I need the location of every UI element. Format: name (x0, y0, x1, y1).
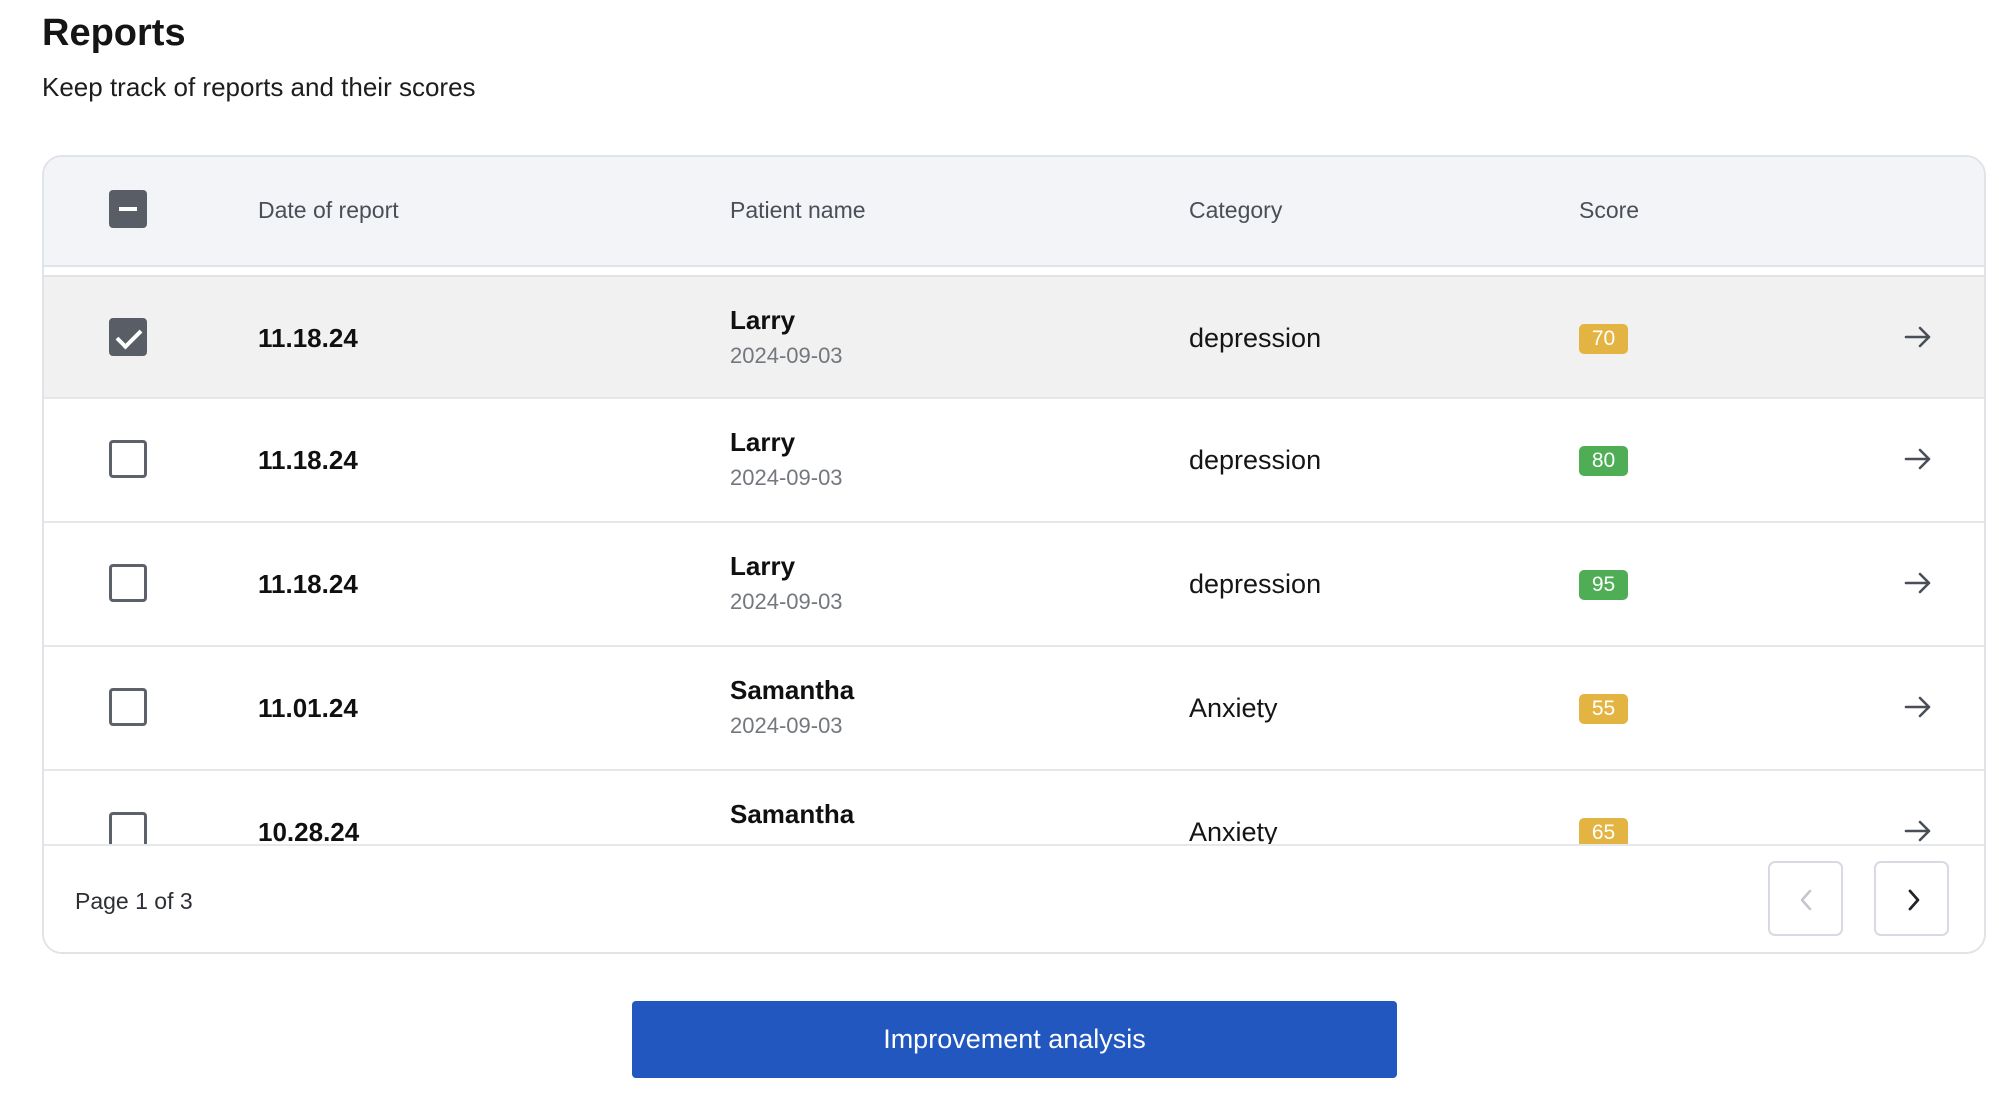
column-header-category[interactable]: Category (1189, 197, 1282, 224)
table-row[interactable]: 11.01.24 Samantha 2024-09-03 Anxiety 55 (44, 647, 1984, 771)
category: Anxiety (1189, 693, 1278, 723)
score-badge: 65 (1579, 818, 1628, 844)
report-date: 11.18.24 (258, 323, 358, 353)
category: Anxiety (1189, 817, 1278, 844)
table-row[interactable]: 11.18.24 Larry 2024-09-03 depression 70 (44, 275, 1984, 399)
patient-name: Samantha (730, 675, 855, 705)
category: depression (1189, 323, 1322, 353)
score-badge: 70 (1579, 324, 1628, 354)
report-date: 10.28.24 (258, 817, 360, 844)
select-all-checkbox[interactable] (109, 190, 147, 228)
arrow-right-icon[interactable] (1902, 691, 1934, 723)
category: depression (1189, 569, 1322, 599)
patient-name: Larry (730, 305, 796, 335)
column-header-score[interactable]: Score (1579, 197, 1639, 224)
page-subtitle: Keep track of reports and their scores (42, 72, 476, 102)
arrow-right-icon[interactable] (1902, 321, 1934, 353)
patient-name: Larry (730, 427, 796, 457)
score-badge: 95 (1579, 570, 1628, 600)
patient-date: 2024-09-03 (730, 589, 843, 614)
chevron-left-icon (1800, 889, 1812, 911)
score-badge: 55 (1579, 694, 1628, 724)
report-date: 11.01.24 (258, 693, 358, 723)
reports-page: Reports Keep track of reports and their … (0, 0, 1999, 1101)
reports-table-card: Date of report Patient name Category Sco… (42, 155, 1986, 954)
report-date: 11.18.24 (258, 569, 358, 599)
patient-date: 2024-09-03 (730, 343, 843, 368)
patient-name: Samantha (730, 799, 855, 829)
table-body[interactable]: 11.18.24 Larry 2024-09-03 depression 70 … (44, 275, 1984, 844)
row-checkbox[interactable] (109, 564, 147, 602)
row-checkbox[interactable] (109, 812, 147, 844)
row-checkbox[interactable] (109, 688, 147, 726)
page-indicator: Page 1 of 3 (75, 888, 193, 914)
report-date: 11.18.24 (258, 445, 358, 475)
column-header-date[interactable]: Date of report (258, 197, 399, 224)
row-checkbox[interactable] (109, 440, 147, 478)
chevron-right-icon (1908, 889, 1920, 911)
patient-name: Larry (730, 551, 796, 581)
indeterminate-icon (119, 207, 137, 211)
prev-page-button[interactable] (1768, 861, 1843, 936)
table-footer: Page 1 of 3 (44, 844, 1984, 952)
next-page-button[interactable] (1874, 861, 1949, 936)
table-row[interactable]: 11.18.24 Larry 2024-09-03 depression 95 (44, 523, 1984, 647)
arrow-right-icon[interactable] (1902, 815, 1934, 844)
category: depression (1189, 445, 1322, 475)
arrow-right-icon[interactable] (1902, 567, 1934, 599)
arrow-right-icon[interactable] (1902, 443, 1934, 475)
row-checkbox[interactable] (109, 318, 147, 356)
column-header-patient[interactable]: Patient name (730, 197, 866, 224)
patient-date: 2024-09-03 (730, 465, 843, 490)
page-title: Reports (42, 12, 186, 54)
table-row[interactable]: 10.28.24 Samantha Anxiety 65 (44, 771, 1984, 844)
patient-date: 2024-09-03 (730, 713, 843, 738)
table-header: Date of report Patient name Category Sco… (44, 157, 1984, 267)
score-badge: 80 (1579, 446, 1628, 476)
table-row[interactable]: 11.18.24 Larry 2024-09-03 depression 80 (44, 399, 1984, 523)
improvement-analysis-button[interactable]: Improvement analysis (632, 1001, 1397, 1078)
